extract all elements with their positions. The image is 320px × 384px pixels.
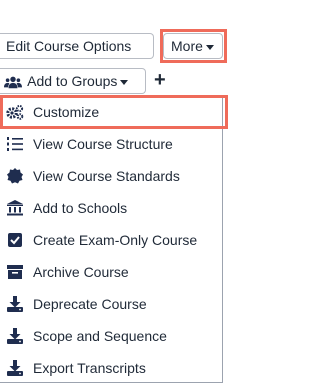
users-icon bbox=[4, 74, 24, 90]
menu-item-export-transcripts[interactable]: Export Transcripts bbox=[0, 352, 222, 384]
add-to-groups-button[interactable]: Add to Groups bbox=[0, 68, 146, 94]
checkbox-icon bbox=[6, 232, 24, 248]
menu-item-deprecate-course[interactable]: Deprecate Course bbox=[0, 288, 222, 320]
university-icon bbox=[6, 200, 24, 216]
archive-icon bbox=[6, 264, 24, 280]
menu-item-archive-course[interactable]: Archive Course bbox=[0, 256, 222, 288]
edit-course-options-button[interactable]: Edit Course Options bbox=[0, 33, 154, 59]
more-label: More bbox=[171, 38, 203, 54]
menu-item-label: Add to Schools bbox=[33, 200, 128, 216]
caret-down-icon bbox=[205, 44, 214, 50]
menu-item-label: View Course Standards bbox=[33, 168, 180, 184]
download-icon bbox=[6, 328, 24, 344]
menu-item-label: Export Transcripts bbox=[33, 360, 146, 376]
menu-item-label: Customize bbox=[33, 104, 100, 120]
download-icon bbox=[6, 296, 24, 312]
more-button[interactable]: More bbox=[163, 33, 223, 59]
more-dropdown-menu: Customize View Course Structure View Cou… bbox=[0, 95, 223, 383]
download-icon bbox=[6, 360, 24, 376]
add-to-groups-label: Add to Groups bbox=[27, 73, 118, 89]
gears-icon bbox=[6, 104, 24, 120]
add-button[interactable]: + bbox=[154, 70, 166, 90]
menu-item-customize[interactable]: Customize bbox=[0, 96, 222, 128]
edit-course-options-label: Edit Course Options bbox=[6, 38, 132, 54]
menu-item-label: Scope and Sequence bbox=[33, 328, 167, 344]
menu-item-view-course-structure[interactable]: View Course Structure bbox=[0, 128, 222, 160]
menu-item-label: Deprecate Course bbox=[33, 296, 147, 312]
menu-item-label: Archive Course bbox=[33, 264, 129, 280]
menu-item-label: Create Exam-Only Course bbox=[33, 232, 198, 248]
caret-down-icon bbox=[120, 79, 129, 85]
menu-item-label: View Course Structure bbox=[33, 136, 173, 152]
menu-item-scope-and-sequence[interactable]: Scope and Sequence bbox=[0, 320, 222, 352]
menu-item-add-to-schools[interactable]: Add to Schools bbox=[0, 192, 222, 224]
menu-item-create-exam-only-course[interactable]: Create Exam-Only Course bbox=[0, 224, 222, 256]
menu-item-view-course-standards[interactable]: View Course Standards bbox=[0, 160, 222, 192]
list-ordered-icon bbox=[6, 136, 24, 152]
certificate-icon bbox=[6, 168, 24, 184]
